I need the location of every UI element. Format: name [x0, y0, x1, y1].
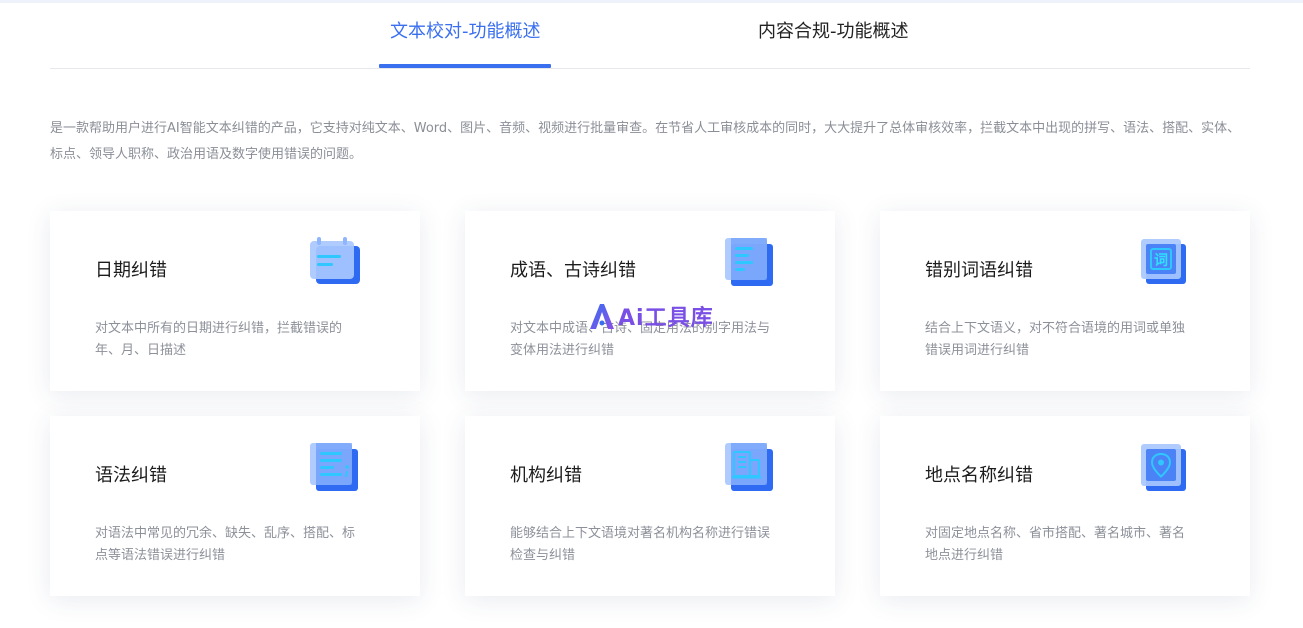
watermark-text: Ai工具库	[618, 306, 714, 331]
feature-card-location: 地点名称纠错 对固定地点名称、省市搭配、著名城市、著名地点进行纠错	[880, 416, 1250, 596]
calendar-icon	[310, 237, 360, 284]
watermark: Ai工具库	[588, 300, 714, 332]
intro-text: 是一款帮助用户进行AI智能文本纠错的产品，它支持对纯文本、Word、图片、音频、…	[50, 121, 1241, 162]
card-description: 结合上下文语义，对不符合语境的用词或单独错误用词进行纠错	[925, 321, 1186, 358]
watermark-logo-icon	[590, 304, 614, 329]
card-description: 对语法中常见的冗余、缺失、乱序、搭配、标点等语法错误进行纠错	[95, 526, 356, 563]
feature-card-wrong-word: 错别词语纠错 词 结合上下文语义，对不符合语境的用词或单独错误用词进行纠错	[880, 211, 1250, 391]
tab-text-proofreading[interactable]: 文本校对-功能概述	[390, 20, 541, 44]
tab-content-compliance[interactable]: 内容合规-功能概述	[758, 20, 909, 44]
tab-bar: 文本校对-功能概述 内容合规-功能概述	[50, 0, 1250, 69]
card-title: 地点名称纠错	[925, 465, 1033, 486]
active-tab-indicator	[379, 64, 551, 68]
card-title: 机构纠错	[510, 465, 582, 486]
card-title: 错别词语纠错	[925, 260, 1033, 281]
location-icon	[1141, 444, 1186, 491]
feature-card-date: 日期纠错 对文本中所有的日期进行纠错，拦截错误的年、月、日描述	[50, 211, 420, 391]
card-title: 成语、古诗纠错	[510, 260, 636, 281]
document-icon	[725, 238, 773, 286]
card-title: 日期纠错	[95, 260, 167, 281]
feature-card-organization: 机构纠错 能够结合上下文语境对著名机构名称进行错误检查与纠错	[465, 416, 835, 596]
building-icon	[725, 443, 773, 491]
feature-card-grammar: 语法纠错 对语法中常见的冗余、缺失、乱序、搭配、标点等语法错误进行纠错	[50, 416, 420, 596]
grammar-icon	[310, 443, 358, 491]
word-icon: 词	[1141, 239, 1186, 284]
card-description: 能够结合上下文语境对著名机构名称进行错误检查与纠错	[510, 526, 771, 563]
card-title: 语法纠错	[95, 465, 167, 486]
card-description: 对固定地点名称、省市搭配、著名城市、著名地点进行纠错	[925, 526, 1186, 563]
card-description: 对文本中所有的日期进行纠错，拦截错误的年、月、日描述	[95, 321, 343, 358]
word-glyph: 词	[1154, 253, 1168, 269]
